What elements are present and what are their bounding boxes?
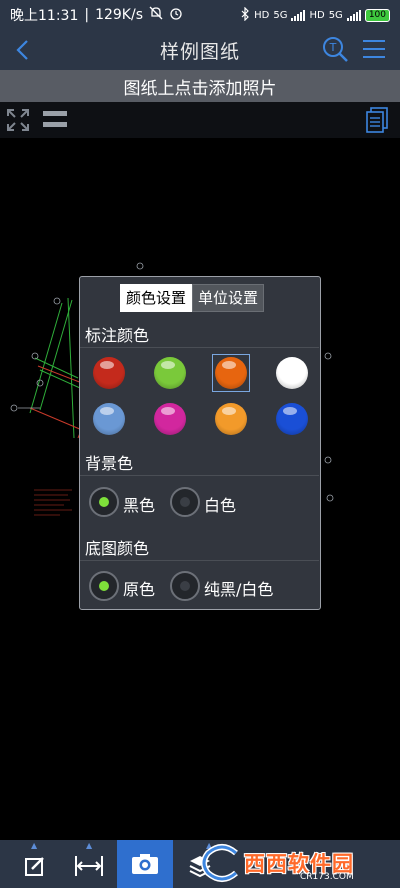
divider xyxy=(80,475,319,476)
background-color-label: 背景色 xyxy=(85,454,134,473)
measure-button[interactable]: ▲ xyxy=(60,840,118,888)
network-type-3: HD xyxy=(309,9,325,21)
hamburger-menu-icon xyxy=(363,40,385,58)
chevron-up-icon: ▲ xyxy=(86,841,93,850)
network-type-1: HD xyxy=(254,9,270,21)
alarm-icon xyxy=(169,6,183,24)
back-button[interactable] xyxy=(10,36,38,64)
status-bar: 晚上11:31 | 129K/s HD 5G HD 5G 100 xyxy=(0,0,400,30)
bluetooth-icon xyxy=(240,6,250,24)
settings-tabs: 颜色设置 单位设置 xyxy=(120,284,265,312)
radio-dot-indicator xyxy=(180,581,190,591)
color-swatch[interactable] xyxy=(154,403,186,435)
svg-text:T: T xyxy=(329,41,337,54)
radio-background-white-label[interactable]: 白色 xyxy=(204,492,236,516)
watermark-subtext: CR173.COM xyxy=(300,872,354,882)
annotation-color-label: 标注颜色 xyxy=(85,326,150,345)
color-swatch[interactable] xyxy=(215,357,247,389)
canvas-toolbar xyxy=(0,102,400,138)
radio-background-black[interactable] xyxy=(89,487,119,517)
radio-basemap-monochrome-label[interactable]: 纯黑/白色 xyxy=(204,576,273,600)
color-swatch[interactable] xyxy=(154,357,186,389)
network-type-2: 5G xyxy=(273,9,288,21)
hint-bar: 图纸上点击添加照片 xyxy=(0,70,400,102)
radio-dot-indicator xyxy=(99,581,109,591)
radio-background-black-label[interactable]: 黑色 xyxy=(123,492,155,516)
tab-unit-settings[interactable]: 单位设置 xyxy=(192,284,265,312)
edit-button[interactable]: ▲ xyxy=(5,840,63,888)
status-separator: | xyxy=(84,7,90,23)
camera-icon xyxy=(132,854,158,874)
documents-icon xyxy=(366,107,388,133)
network-speed: 129K/s xyxy=(95,7,143,23)
color-swatch[interactable] xyxy=(276,403,308,435)
radio-background-white[interactable] xyxy=(170,487,200,517)
network-type-4: 5G xyxy=(328,9,343,21)
divider xyxy=(80,560,319,561)
camera-button[interactable] xyxy=(117,840,173,888)
signal-icon xyxy=(291,9,306,21)
search-text-icon: T xyxy=(323,37,348,62)
status-time: 晚上11:31 xyxy=(10,8,79,24)
layers-bar-icon xyxy=(43,111,67,127)
tab-color-settings[interactable]: 颜色设置 xyxy=(120,284,193,312)
radio-basemap-monochrome[interactable] xyxy=(170,571,200,601)
color-swatch[interactable] xyxy=(93,357,125,389)
chevron-left-icon xyxy=(16,40,28,60)
watermark-logo-icon xyxy=(201,844,238,882)
title-bar: 样例图纸 T xyxy=(0,30,400,70)
measure-distance-icon xyxy=(75,856,103,876)
signal-icon-2 xyxy=(346,9,361,21)
color-swatch[interactable] xyxy=(93,403,125,435)
battery-icon: 100 xyxy=(364,8,390,22)
menu-button[interactable] xyxy=(360,35,388,63)
radio-dot-indicator xyxy=(180,497,190,507)
pages-button[interactable] xyxy=(364,106,390,134)
radio-basemap-original-label[interactable]: 原色 xyxy=(123,576,155,600)
expand-icon xyxy=(7,109,29,131)
color-swatch[interactable] xyxy=(276,357,308,389)
mute-icon xyxy=(149,6,163,24)
display-settings-dialog: 颜色设置 单位设置 标注颜色 背景色 黑色 白色 底图颜色 原色 纯黑/白色 xyxy=(79,276,321,610)
chevron-up-icon: ▲ xyxy=(31,841,38,850)
radio-basemap-original[interactable] xyxy=(89,571,119,601)
layer-toggle-button[interactable] xyxy=(42,109,68,131)
fullscreen-button[interactable] xyxy=(6,108,30,132)
page-title: 样例图纸 xyxy=(159,40,240,63)
color-swatch[interactable] xyxy=(215,403,247,435)
radio-dot-indicator xyxy=(99,497,109,507)
search-button[interactable]: T xyxy=(320,34,350,64)
divider xyxy=(80,347,319,348)
edit-icon xyxy=(25,857,44,876)
basemap-color-label: 底图颜色 xyxy=(85,539,150,558)
